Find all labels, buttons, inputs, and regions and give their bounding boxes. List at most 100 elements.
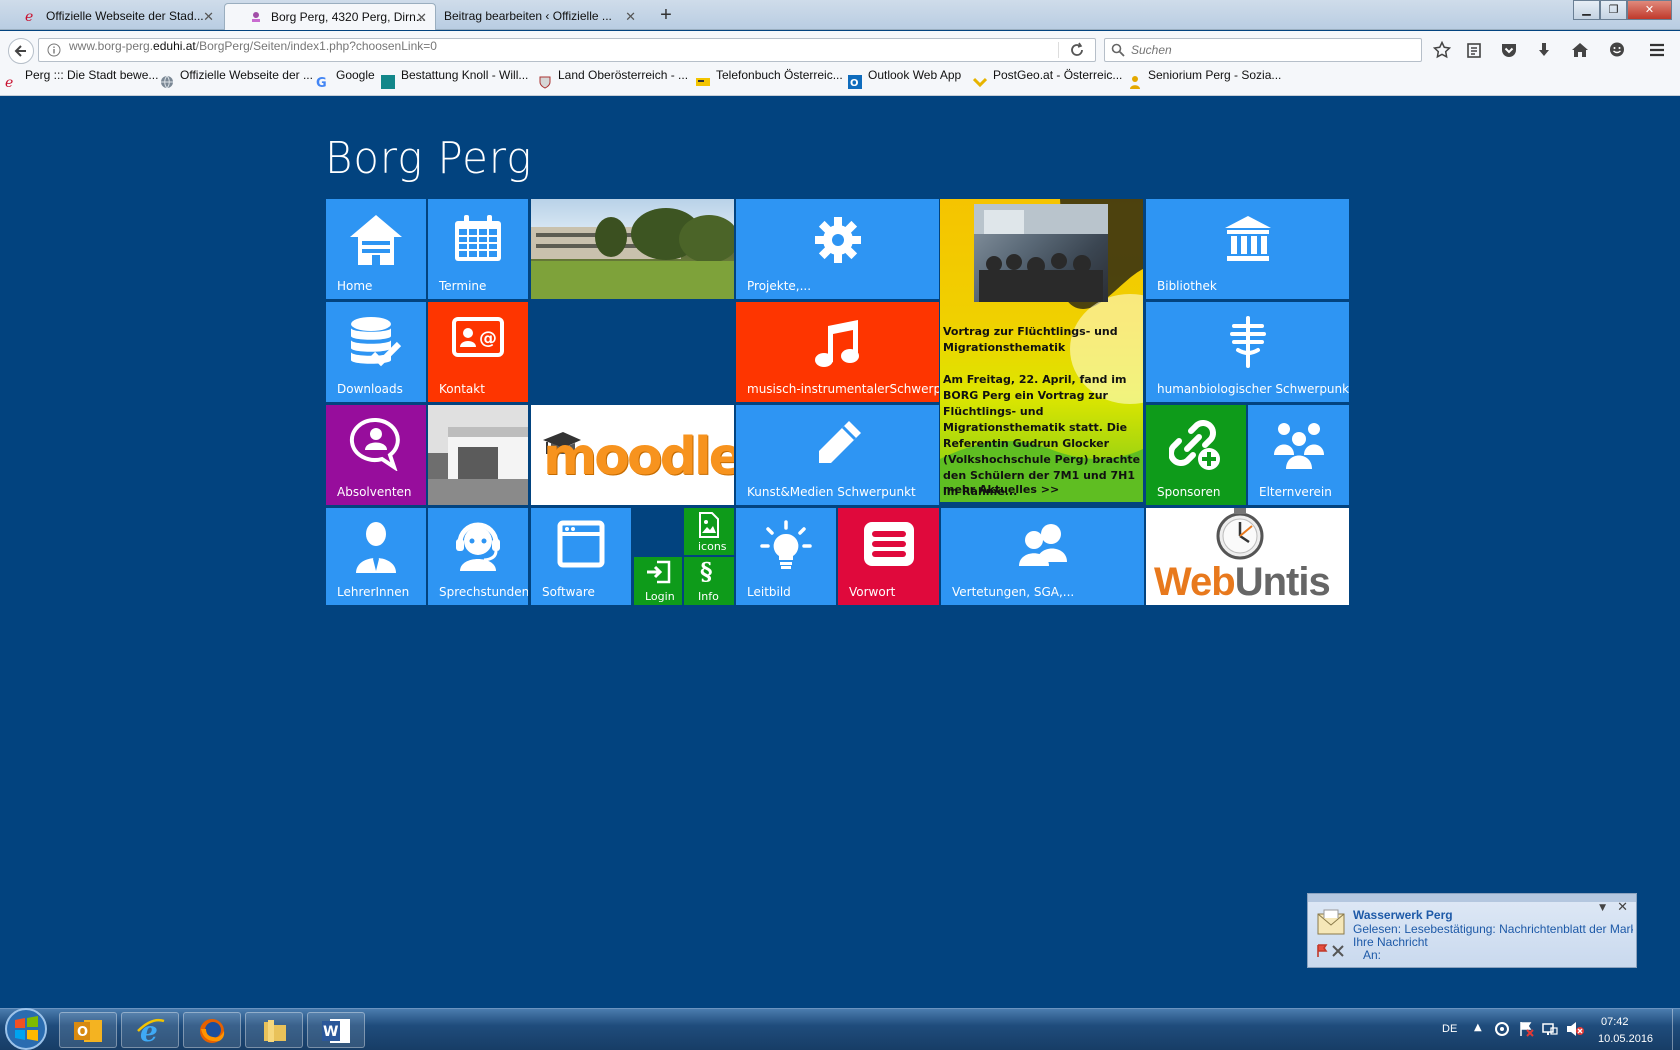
bookmark-telefonbuch[interactable]: Telefonbuch Österreic... xyxy=(696,68,843,96)
svg-text:G: G xyxy=(316,76,327,89)
bookmark-offizielle[interactable]: Offizielle Webseite der ... xyxy=(160,68,313,96)
action-center-flag-icon[interactable] xyxy=(1518,1021,1534,1037)
database-check-icon xyxy=(351,317,402,367)
tile-downloads[interactable]: Downloads xyxy=(326,302,426,402)
taskbar-internet-explorer[interactable]: e xyxy=(121,1012,179,1048)
minimize-button[interactable]: ▁ xyxy=(1573,0,1600,20)
tile-absolventen[interactable]: Absolventen xyxy=(326,405,426,505)
tile-building-photo[interactable] xyxy=(428,405,528,505)
menu-button[interactable] xyxy=(1647,40,1667,60)
bookmark-outlook[interactable]: O Outlook Web App xyxy=(848,68,961,96)
tile-software[interactable]: Software xyxy=(531,508,631,605)
bookmark-bestattung[interactable]: Bestattung Knoll - Will... xyxy=(381,68,528,96)
tile-elternverein[interactable]: Elternverein xyxy=(1248,405,1349,505)
notification-message: Ihre Nachricht xyxy=(1353,935,1428,949)
bookmark-perg[interactable]: e Perg ::: Die Stadt bewe... xyxy=(5,68,158,96)
tile-label: icons xyxy=(698,540,727,553)
tile-termine[interactable]: Termine xyxy=(428,199,528,299)
close-window-button[interactable]: ✕ xyxy=(1627,0,1672,20)
new-tab-button[interactable]: + xyxy=(654,2,678,28)
bookmark-postgeo[interactable]: PostGeo.at - Österreic... xyxy=(973,68,1122,96)
tile-icons[interactable]: icons xyxy=(684,508,734,555)
perg-favicon-icon: e xyxy=(24,9,38,23)
url-text: www.borg-perg.eduhi.at/BorgPerg/Seiten/i… xyxy=(69,39,437,53)
pocket-button[interactable] xyxy=(1499,40,1519,60)
tile-vorwort[interactable]: Vorwort xyxy=(838,508,939,605)
tile-sprechstunden[interactable]: Sprechstunden xyxy=(428,508,528,605)
tile-projekte[interactable]: Projekte,... xyxy=(736,199,939,299)
bookmark-seniorium[interactable]: Seniorium Perg - Sozia... xyxy=(1128,68,1281,96)
tile-webuntis[interactable]: WebUntis xyxy=(1146,508,1349,605)
news-panel[interactable]: Vortrag zur Flüchtlings- und Migrationst… xyxy=(940,199,1143,502)
tile-kontakt[interactable]: @ Kontakt xyxy=(428,302,528,402)
tile-label: Downloads xyxy=(337,382,403,396)
reading-list-button[interactable] xyxy=(1464,40,1484,60)
clock-date[interactable]: 10.05.2016 xyxy=(1598,1033,1653,1045)
tile-kunst[interactable]: Kunst&Medien Schwerpunkt xyxy=(736,405,939,505)
gear-icon xyxy=(814,217,861,263)
tile-lehrer[interactable]: LehrerInnen xyxy=(326,508,426,605)
bookmark-land[interactable]: Land Oberösterreich - ... xyxy=(538,68,688,96)
taskbar-explorer[interactable] xyxy=(245,1012,303,1048)
news-photo xyxy=(974,204,1108,302)
speech-bubble-person-icon xyxy=(349,417,400,471)
tile-label: musisch-instrumentalerSchwerpunkt xyxy=(747,382,939,396)
family-group-icon xyxy=(1273,423,1324,469)
bookmark-google[interactable]: G Google xyxy=(316,68,375,96)
back-button[interactable] xyxy=(8,38,34,64)
link-plus-icon xyxy=(1169,420,1220,470)
tile-info[interactable]: § Info xyxy=(684,557,734,605)
svg-text:O: O xyxy=(850,78,859,89)
bookmark-star-button[interactable] xyxy=(1432,40,1452,60)
chat-button[interactable] xyxy=(1607,40,1627,60)
tile-sponsoren[interactable]: Sponsoren xyxy=(1146,405,1246,505)
sync-tray-icon[interactable] xyxy=(1494,1021,1510,1037)
downloads-button[interactable] xyxy=(1534,40,1554,60)
tile-moodle[interactable]: moodle xyxy=(531,405,734,505)
notification-grip[interactable] xyxy=(1308,894,1636,902)
windows-start-orb-icon[interactable] xyxy=(0,1005,52,1050)
clock-time[interactable]: 07:42 xyxy=(1601,1016,1629,1028)
modern-building-photo xyxy=(428,405,528,505)
tile-humanbio[interactable]: humanbiologischer Schwerpunkt xyxy=(1146,302,1349,402)
news-title[interactable]: Vortrag zur Flüchtlings- und Migrationst… xyxy=(943,324,1141,356)
mail-notification[interactable]: ▼ ✕ Wasserwerk Perg Gelesen: Lesebestäti… xyxy=(1307,893,1637,968)
address-bar[interactable]: www.borg-perg.eduhi.at/BorgPerg/Seiten/i… xyxy=(38,38,1096,62)
tile-school-photo[interactable] xyxy=(531,199,734,299)
show-hidden-icons[interactable]: ▲ xyxy=(1474,1022,1482,1033)
svg-text:@: @ xyxy=(479,328,497,349)
site-title[interactable]: Borg Perg xyxy=(325,133,532,184)
reload-icon[interactable] xyxy=(1069,42,1085,58)
taskbar-word[interactable]: W xyxy=(307,1012,365,1048)
tile-bibliothek[interactable]: Bibliothek xyxy=(1146,199,1349,299)
tab-borg-perg[interactable]: Borg Perg, 4320 Perg, Dirn... ✕ xyxy=(224,3,436,30)
home-button[interactable] xyxy=(1570,40,1590,60)
language-indicator[interactable]: DE xyxy=(1442,1023,1457,1035)
windows-taskbar: O e W DE ▲ 07:42 10.05.2016 xyxy=(0,1008,1680,1050)
tile-musik[interactable]: musisch-instrumentalerSchwerpunkt xyxy=(736,302,939,402)
tile-vertretungen[interactable]: Vertetungen, SGA,... xyxy=(941,508,1144,605)
taskbar-outlook[interactable]: O xyxy=(59,1012,117,1048)
options-dropdown-icon[interactable]: ▼ xyxy=(1599,903,1606,913)
tab-beitrag[interactable]: Beitrag bearbeiten ‹ Offizielle ... ✕ xyxy=(438,3,644,30)
tile-home[interactable]: Home xyxy=(326,199,426,299)
search-input[interactable] xyxy=(1131,41,1411,59)
tile-leitbild[interactable]: Leitbild xyxy=(736,508,836,605)
envelope-icon xyxy=(1317,909,1345,935)
close-tab-icon[interactable]: ✕ xyxy=(203,3,214,30)
news-more-link[interactable]: mehr Aktuelles >> xyxy=(943,483,1059,496)
taskbar-firefox[interactable] xyxy=(183,1012,241,1048)
tab-stadt[interactable]: e Offizielle Webseite der Stad... ✕ xyxy=(0,3,222,30)
restore-button[interactable]: ❐ xyxy=(1600,0,1627,20)
network-icon[interactable] xyxy=(1542,1021,1558,1037)
volume-muted-icon[interactable] xyxy=(1566,1021,1584,1037)
close-tab-icon[interactable]: ✕ xyxy=(416,4,427,30)
info-icon[interactable] xyxy=(47,43,61,57)
tile-login[interactable]: Login xyxy=(634,557,682,605)
show-desktop-button[interactable] xyxy=(1672,1009,1680,1050)
tile-label: LehrerInnen xyxy=(337,585,410,599)
school-building-photo xyxy=(531,208,734,299)
flag-delete-icons[interactable] xyxy=(1316,944,1346,958)
close-notification-icon[interactable]: ✕ xyxy=(1617,900,1628,915)
close-tab-icon[interactable]: ✕ xyxy=(625,3,636,30)
